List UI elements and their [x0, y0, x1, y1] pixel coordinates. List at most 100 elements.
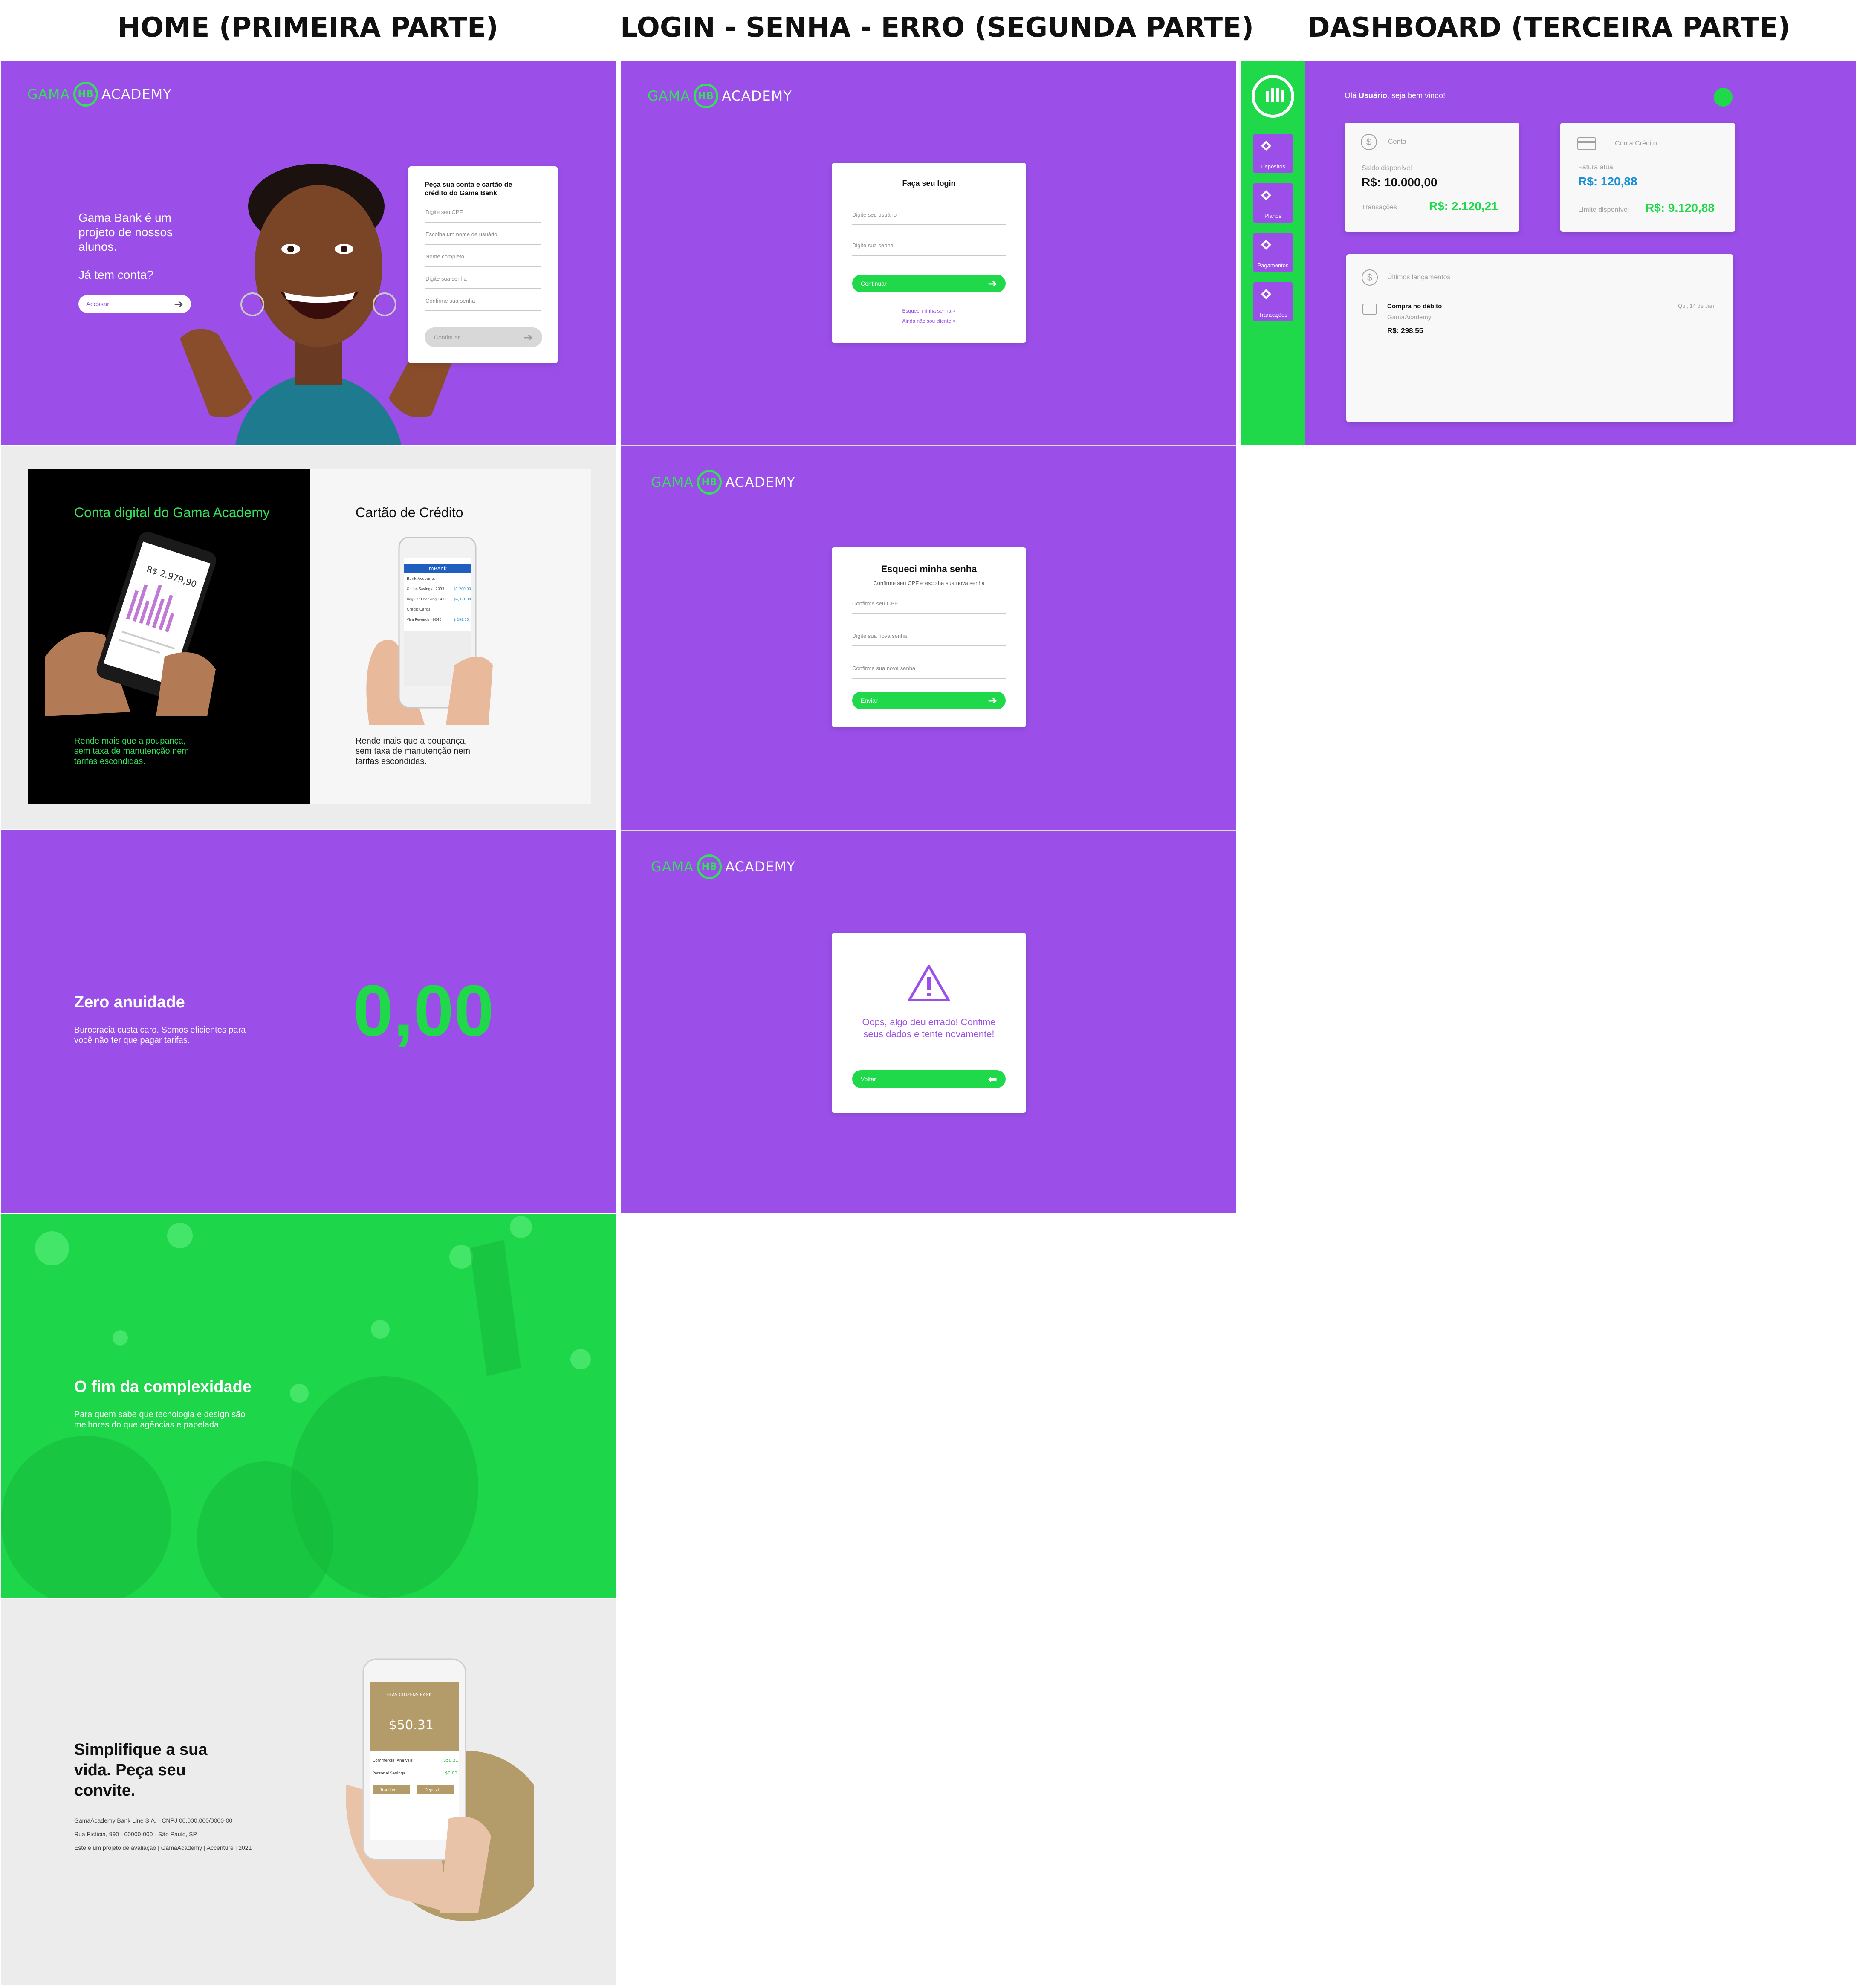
party-photo [1, 1216, 591, 1598]
send-label: Enviar [861, 697, 878, 704]
svg-text:Online Savings - 2093: Online Savings - 2093 [407, 587, 444, 591]
login-password-field[interactable]: Digite sua senha [852, 242, 1006, 256]
logo[interactable]: GAMA HB ACADEMY [27, 82, 172, 107]
dashboard-panel: Depósitos Planos Pagamentos Transações O… [1241, 61, 1856, 445]
logo-ring-icon: HB [694, 84, 719, 108]
password-field[interactable]: Digite sua senha [425, 275, 541, 289]
footer-line-1: GamaAcademy Bank Line S.A. - CNPJ 00.000… [74, 1817, 233, 1824]
back-label: Voltar [861, 1076, 876, 1082]
digital-account-card: Conta digital do Gama Academy R$ 2.979,9… [28, 469, 310, 804]
account-card: $ Conta Saldo disponível R$: 10.000,00 T… [1345, 123, 1519, 232]
invoice-value: R$: 120,88 [1578, 175, 1637, 188]
limit-label: Limite disponível [1578, 206, 1629, 214]
annuity-text: Burocracia custa caro. Somos eficientes … [74, 1025, 246, 1045]
credit-card-card: Cartão de Crédito mBank Bank Accounts On… [310, 469, 591, 804]
svg-text:Deposit: Deposit [425, 1788, 440, 1792]
confirm-new-password-field[interactable]: Confirme sua nova senha [852, 665, 1006, 679]
home-footer: Simplifique a sua vida. Peça seu convite… [1, 1599, 616, 1985]
column-title-dashboard: DASHBOARD (TERCEIRA PARTE) [1307, 12, 1790, 43]
login-title: Faça seu login [902, 179, 956, 188]
forgot-password-link[interactable]: Esqueci minha senha > [832, 308, 1026, 314]
login-panel: GAMA HB ACADEMY Faça seu login Digite se… [621, 61, 1236, 445]
arrow-right-icon: ➔ [524, 331, 533, 344]
sidebar-label: Pagamentos [1257, 262, 1289, 269]
complexity-text: Para quem sabe que tecnologia e design s… [74, 1410, 246, 1430]
not-client-link[interactable]: Ainda não sou cliente > [832, 318, 1026, 324]
signup-continue-button[interactable]: Continuar ➔ [425, 327, 542, 347]
credit-card-text: Rende mais que a poupança, sem taxa de m… [356, 736, 471, 766]
greeting: Olá Usuário, seja bem vindo! [1345, 91, 1446, 100]
login-card: Faça seu login Digite seu usuário Digite… [832, 163, 1026, 343]
arrow-right-icon: ➔ [988, 694, 997, 707]
footer-title: Simplifique a sua vida. Peça seu convite… [74, 1741, 208, 1800]
annuity-value: 0,00 [353, 970, 494, 1051]
app-logo-icon[interactable] [1252, 75, 1294, 118]
logo-text-gama: GAMA [651, 474, 694, 490]
logo-ring-icon: HB [697, 470, 722, 495]
forgot-subtitle: Confirme seu CPF e escolha sua nova senh… [873, 580, 985, 586]
dollar-icon: $ [1361, 134, 1377, 150]
invoice-label: Fatura atual [1578, 164, 1615, 171]
logo-ring-icon: HB [697, 854, 722, 879]
credit-label: Conta Crédito [1615, 140, 1657, 147]
logo-text-academy: ACADEMY [725, 474, 795, 490]
dollar-icon: $ [1362, 269, 1378, 286]
credit-card-title: Cartão de Crédito [356, 505, 463, 520]
logo[interactable]: GAMA HB ACADEMY [651, 470, 795, 495]
confirm-cpf-field[interactable]: Confirme seu CPF [852, 600, 1006, 614]
hero-question: Já tem conta? [78, 268, 153, 281]
user-avatar[interactable] [1714, 88, 1733, 107]
login-username-field[interactable]: Digite seu usuário [852, 211, 1006, 225]
recent-item-value: R$: 298,55 [1387, 327, 1423, 335]
diamond-icon [1261, 289, 1271, 299]
signup-title: Peça sua conta e cartão de crédito do Ga… [425, 181, 512, 197]
footer-line-2: Rua Fictícia, 990 - 00000-000 - São Paul… [74, 1831, 197, 1838]
svg-text:Transfer: Transfer [380, 1788, 396, 1792]
svg-text:Personal Savings: Personal Savings [373, 1771, 405, 1776]
logo-text-gama: GAMA [648, 88, 691, 104]
arrow-left-icon: ⬅ [988, 1073, 997, 1085]
username-field[interactable]: Escolha um nome de usuário [425, 231, 541, 245]
svg-text:Credit Cards: Credit Cards [407, 608, 431, 612]
svg-text:$0.00: $0.00 [445, 1771, 457, 1776]
sidebar-label: Transações [1258, 312, 1287, 318]
new-password-field[interactable]: Digite sua nova senha [852, 633, 1006, 646]
credit-card: Conta Crédito Fatura atual R$: 120,88 Li… [1560, 123, 1735, 232]
svg-text:Visa Rewards - 9046: Visa Rewards - 9046 [407, 618, 441, 622]
svg-text:Commercial Analysis: Commercial Analysis [373, 1759, 413, 1763]
send-button[interactable]: Enviar ➔ [852, 692, 1006, 709]
cpf-field[interactable]: Digite seu CPF [425, 209, 541, 223]
fullname-field[interactable]: Nome completo [425, 253, 541, 267]
sidebar-item-payments[interactable]: Pagamentos [1253, 233, 1293, 272]
diamond-icon [1261, 190, 1271, 200]
svg-text:$ 299.00: $ 299.00 [454, 618, 469, 622]
limit-value: R$: 9.120,88 [1646, 201, 1715, 214]
dashboard-sidebar: Depósitos Planos Pagamentos Transações [1241, 61, 1305, 445]
logo-text-gama: GAMA [651, 859, 694, 875]
credit-card-icon [1577, 137, 1596, 150]
wallet-icon [1362, 304, 1377, 315]
account-label: Conta [1388, 138, 1406, 145]
sidebar-item-transactions[interactable]: Transações [1253, 282, 1293, 321]
phone-bank-name: TEXAS CITIZENS BANK [383, 1693, 432, 1697]
recent-item-title: Compra no débito [1387, 303, 1442, 310]
sidebar-item-deposits[interactable]: Depósitos [1253, 134, 1293, 173]
logo[interactable]: GAMA HB ACADEMY [648, 84, 792, 108]
logo-text-academy: ACADEMY [101, 86, 172, 102]
complexity-title: O fim da complexidade [74, 1378, 252, 1396]
transactions-label: Transações [1362, 204, 1397, 211]
error-message: Oops, algo deu errado! Confime seus dado… [862, 1017, 996, 1039]
recent-item-date: Qui, 14 de Jan [1678, 303, 1714, 309]
footer-line-3: Este é um projeto de avaliação | GamaAca… [74, 1844, 252, 1851]
svg-text:Bank Accounts: Bank Accounts [407, 577, 435, 581]
phone-hand-image-2: mBank Bank Accounts Online Savings - 209… [366, 537, 493, 725]
logo[interactable]: GAMA HB ACADEMY [651, 854, 795, 879]
recent-item-sub: GamaAcademy [1387, 314, 1432, 321]
forgot-card: Esqueci minha senha Confirme seu CPF e e… [832, 547, 1026, 727]
login-continue-button[interactable]: Continuar ➔ [852, 275, 1006, 292]
confirm-password-field[interactable]: Confirme sua senha [425, 298, 541, 311]
sidebar-label: Planos [1264, 213, 1281, 219]
login-continue-label: Continuar [861, 280, 887, 287]
back-button[interactable]: Voltar ⬅ [852, 1070, 1006, 1088]
sidebar-item-plans[interactable]: Planos [1253, 183, 1293, 223]
